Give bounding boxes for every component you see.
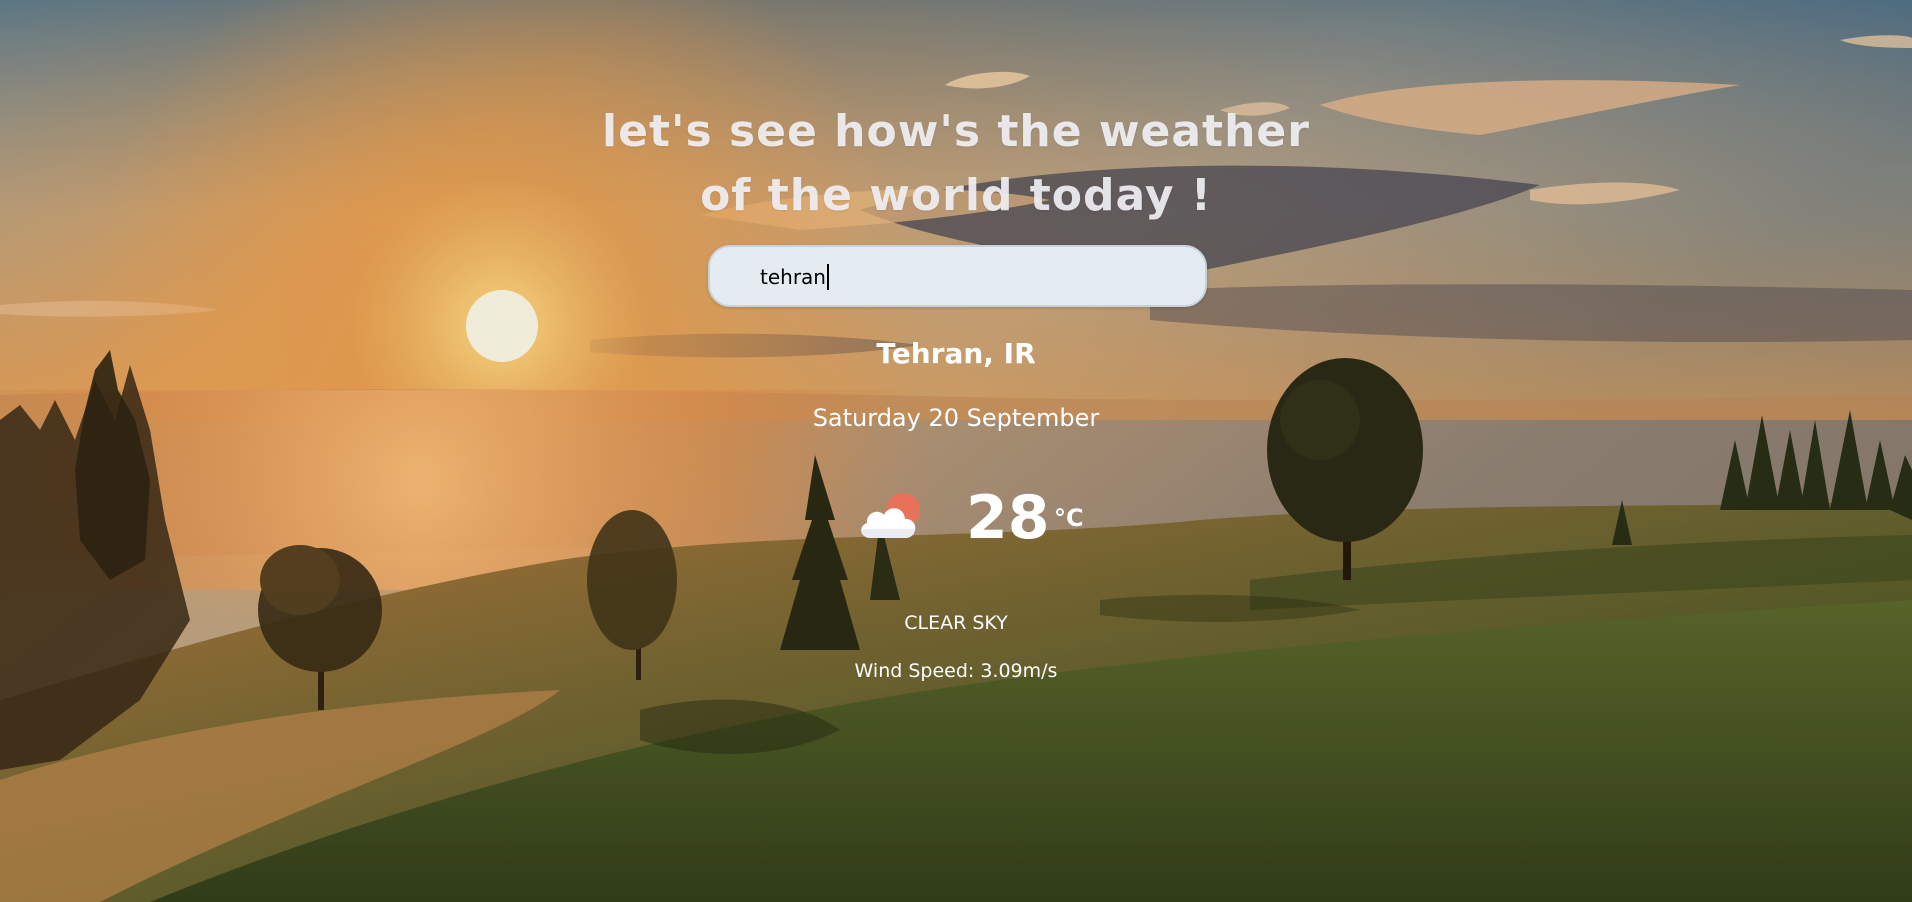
city-name: Tehran, IR	[876, 337, 1036, 370]
title-line-1: let's see how's the weather	[602, 106, 1310, 157]
title-line-2: of the world today !	[700, 170, 1212, 221]
weather-app: let's see how's the weather of the world…	[0, 0, 1912, 902]
current-weather: 28 °C	[856, 480, 1096, 570]
search-box[interactable]	[708, 245, 1207, 307]
wind-speed: Wind Speed: 3.09m/s	[854, 660, 1058, 682]
text-caret	[826, 264, 829, 290]
page-title: let's see how's the weather of the world…	[556, 100, 1356, 228]
weather-description: CLEAR SKY	[904, 612, 1008, 634]
current-date: Saturday 20 September	[812, 404, 1100, 432]
cloud-sun-icon	[856, 488, 926, 548]
temperature-value: 28	[966, 483, 1050, 553]
search-input[interactable]	[760, 261, 1180, 293]
temperature-unit: °C	[1054, 504, 1084, 532]
